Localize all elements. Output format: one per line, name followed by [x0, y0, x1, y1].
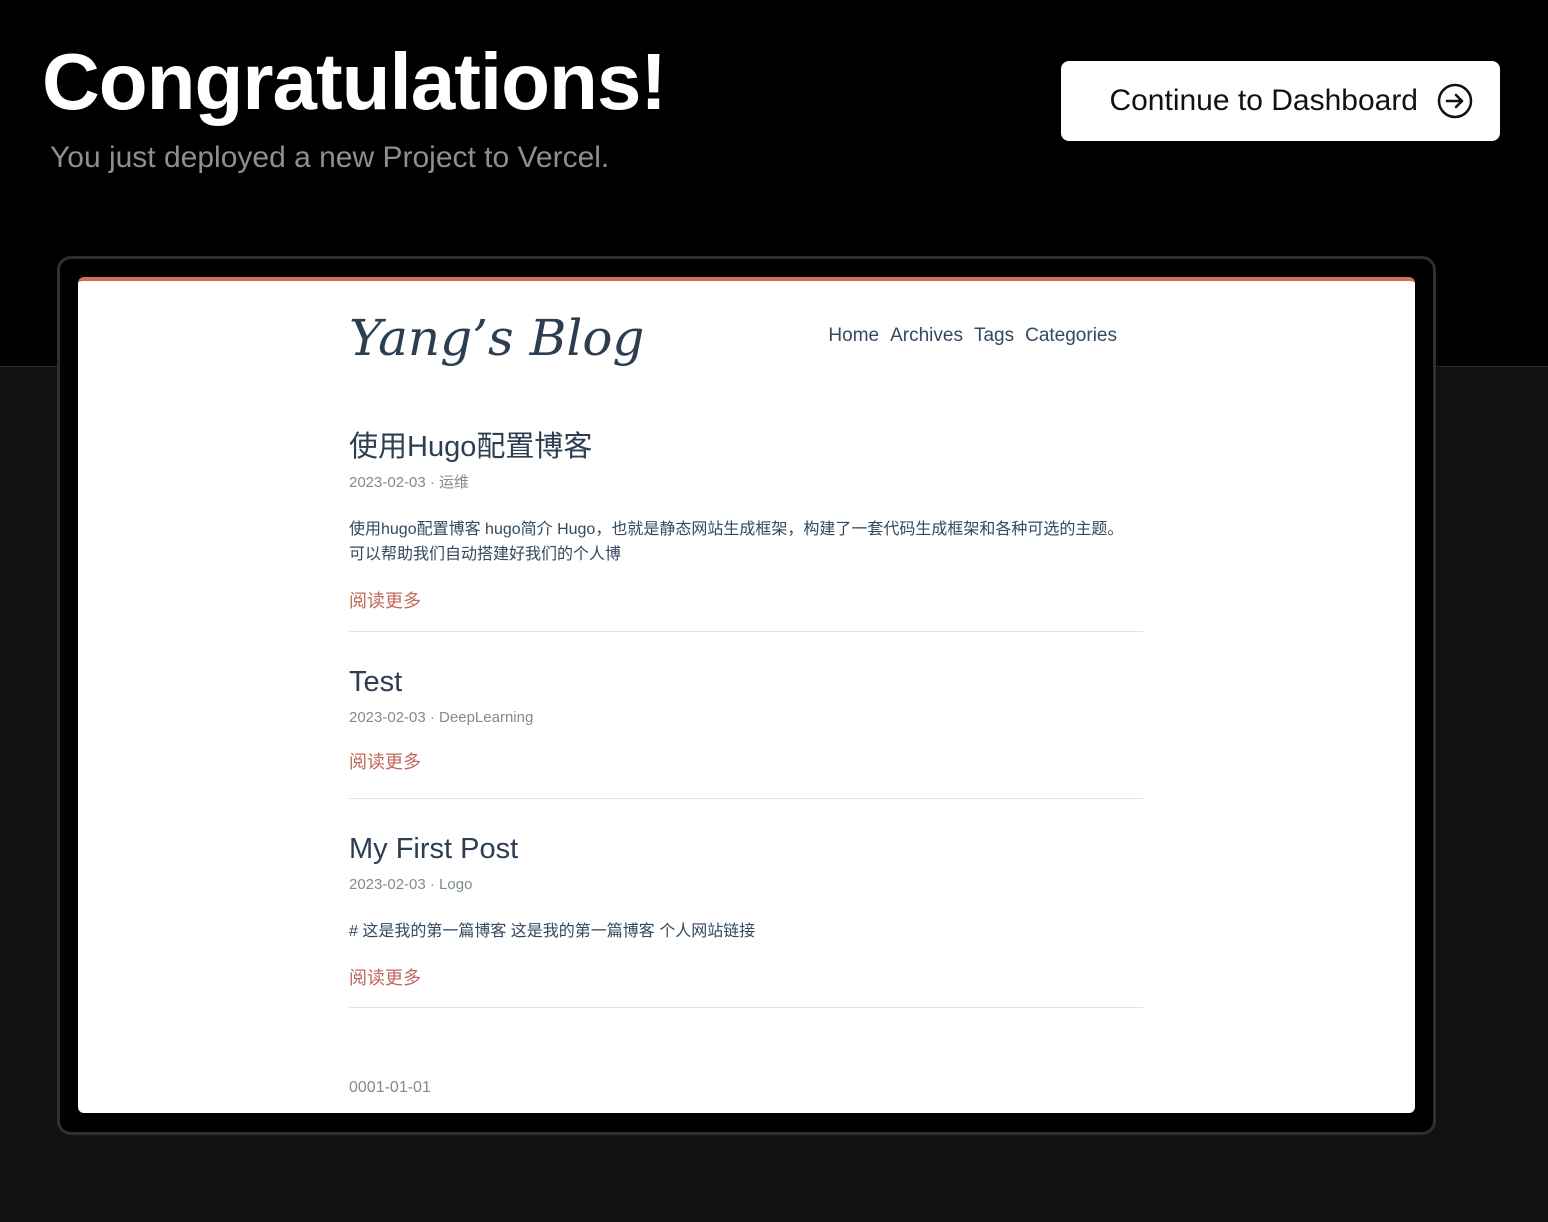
post-divider: [349, 631, 1143, 632]
nav-categories[interactable]: Categories: [1025, 325, 1117, 347]
page-subtitle: You just deployed a new Project to Verce…: [50, 141, 610, 174]
post-title[interactable]: 使用Hugo配置博客: [349, 429, 1143, 465]
page-title: Congratulations!: [42, 37, 667, 126]
blog-logo[interactable]: Yang’s Blog: [349, 309, 644, 367]
post-divider: [349, 798, 1143, 799]
nav-tags[interactable]: Tags: [974, 325, 1014, 347]
post-excerpt: # 这是我的第一篇博客 这是我的第一篇博客 个人网站链接: [349, 923, 756, 940]
arrow-right-circle-icon: [1436, 82, 1474, 120]
post-item: Test 2023-02-03 · DeepLearning 阅读更多: [349, 664, 1143, 774]
post-divider: [349, 1007, 1143, 1008]
read-more-link[interactable]: 阅读更多: [349, 587, 421, 613]
blog-nav: Home Archives Tags Categories: [828, 325, 1117, 347]
post-item: My First Post 2023-02-03 · Logo # 这是我的第一…: [349, 831, 1143, 990]
nav-home[interactable]: Home: [828, 325, 879, 347]
post-meta: 2023-02-03 · DeepLearning: [349, 709, 534, 726]
read-more-link[interactable]: 阅读更多: [349, 748, 421, 774]
post-title[interactable]: My First Post: [349, 831, 1143, 867]
continue-button-label: Continue to Dashboard: [1109, 84, 1418, 117]
post-excerpt: 使用hugo配置博客 hugo简介 Hugo，也就是静态网站生成框架，构建了一套…: [349, 521, 1124, 563]
deployment-preview[interactable]: Yang’s Blog Home Archives Tags Categorie…: [78, 277, 1415, 1113]
read-more-link[interactable]: 阅读更多: [349, 964, 421, 990]
footer-date: 0001-01-01: [349, 1079, 431, 1096]
post-title[interactable]: Test: [349, 664, 1143, 700]
post-meta: 2023-02-03 · Logo: [349, 876, 473, 893]
nav-archives[interactable]: Archives: [890, 325, 963, 347]
post-item: 使用Hugo配置博客 2023-02-03 · 运维 使用hugo配置博客 hu…: [349, 429, 1143, 613]
post-meta: 2023-02-03 · 运维: [349, 474, 470, 491]
continue-to-dashboard-button[interactable]: Continue to Dashboard: [1061, 61, 1500, 141]
